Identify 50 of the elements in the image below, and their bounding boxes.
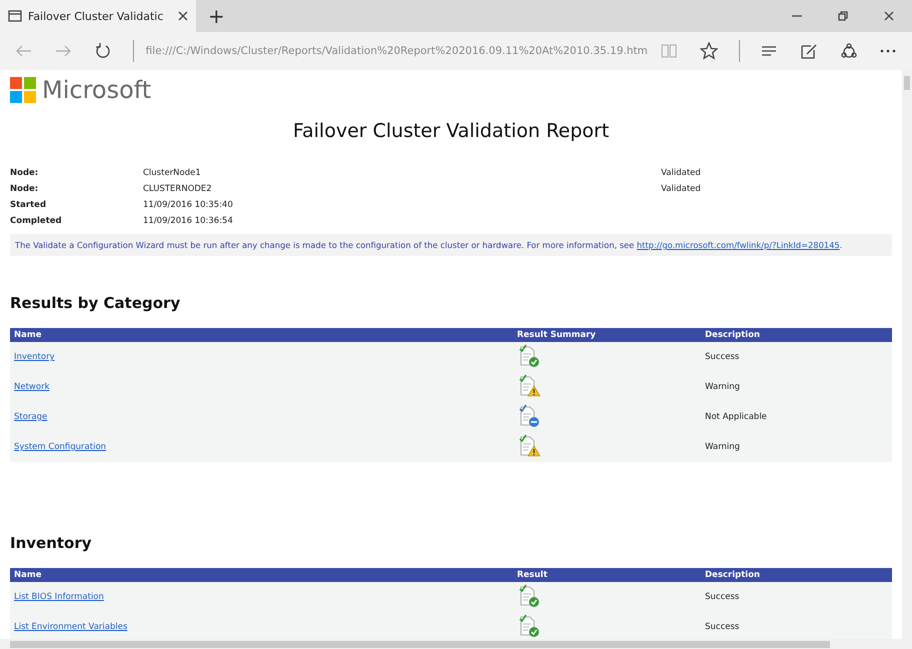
restore-icon[interactable] <box>838 11 848 21</box>
table-cell: Success <box>701 612 892 639</box>
close-icon[interactable] <box>178 11 188 21</box>
test-link[interactable]: Network <box>14 382 50 392</box>
table-cell: Success <box>701 342 892 372</box>
table-cell: Not Applicable <box>701 402 892 432</box>
summary-label: Completed <box>10 216 63 226</box>
table-cell: Warning <box>701 372 892 402</box>
summary-value: ClusterNode1 <box>143 168 202 178</box>
section-heading: Results by Category <box>10 294 182 312</box>
menu-icon[interactable] <box>761 45 778 57</box>
star-icon[interactable] <box>700 42 718 60</box>
new-tab-button[interactable]: + <box>196 0 237 32</box>
close-icon[interactable] <box>884 11 894 21</box>
pen-icon[interactable] <box>801 43 818 59</box>
help-link[interactable]: http://go.microsoft.com/fwlink/p/?LinkId=280145 <box>636 240 840 250</box>
share-icon[interactable] <box>840 43 857 59</box>
table-cell: Warning <box>701 432 892 462</box>
column-header: Name <box>10 568 513 582</box>
summary-label: Node: <box>10 184 40 194</box>
summary-value: CLUSTERNODE2 <box>143 184 213 194</box>
column-header: Description <box>701 568 892 582</box>
report-title: Failover Cluster Validation Report <box>292 120 610 142</box>
column-header: Name <box>10 328 513 342</box>
notice-text: The Validate a Configuration Wizard must be run after any change is made to the configuration of the cluster or hardware. For more information, see http://go.microsoft.com/fwlink/p/?LinkId=280145. <box>10 234 892 256</box>
browser-tab[interactable]: Failover Cluster Validatic <box>0 0 196 32</box>
summary-label: Started <box>10 200 48 210</box>
column-header: Result <box>513 568 701 582</box>
summary-label: Node: <box>10 168 40 178</box>
logo-icon <box>10 77 36 103</box>
table-cell: Success <box>701 582 892 612</box>
test-link[interactable]: System Configuration <box>14 442 106 452</box>
test-link[interactable]: Storage <box>14 412 48 422</box>
column-header: Description <box>701 328 892 342</box>
address-field[interactable]: file:///C:/Windows/Cluster/Reports/Validation%20Report%202016.09.11%20At%2010.35.19.htm <box>146 45 648 57</box>
node-status: Validated <box>661 168 702 178</box>
test-link[interactable]: List BIOS Information <box>14 592 104 602</box>
summary-value: 11/09/2016 10:35:40 <box>143 200 234 210</box>
horizontal-scrollbar[interactable] <box>0 639 912 649</box>
node-status: Validated <box>661 184 702 194</box>
minimize-icon[interactable] <box>792 15 802 17</box>
summary-value: 11/09/2016 10:36:54 <box>143 216 234 226</box>
test-link[interactable]: Inventory <box>14 352 55 362</box>
test-link[interactable]: List Environment Variables <box>14 622 128 632</box>
refresh-icon[interactable] <box>94 43 111 59</box>
section-heading: Inventory <box>10 534 93 552</box>
more-icon[interactable] <box>880 49 896 53</box>
logo-text: Microsoft <box>42 76 152 104</box>
tab-page-icon <box>8 10 22 22</box>
column-header: Result Summary <box>513 328 701 342</box>
